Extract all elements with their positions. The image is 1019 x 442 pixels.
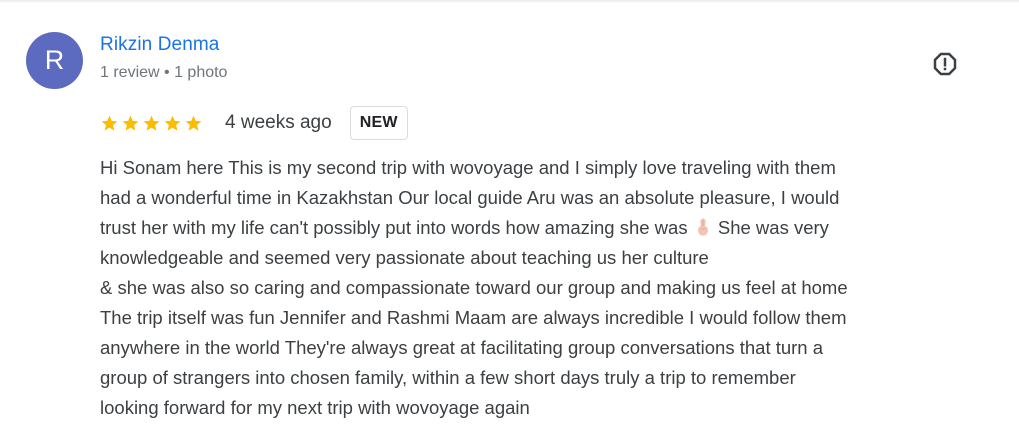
review-line: trust her with my life can't possibly pu…: [100, 213, 1005, 243]
new-badge: NEW: [349, 106, 408, 140]
review-text: Hi Sonam here This is my second trip wit…: [100, 153, 1005, 423]
star-rating: [100, 114, 205, 133]
reviewer-name-link[interactable]: Rikzin Denma: [100, 34, 219, 56]
review-line-text: She was very: [717, 217, 829, 238]
review-line: The trip itself was fun Jennifer and Ras…: [100, 307, 847, 328]
review-time: 4 weeks ago: [225, 112, 332, 133]
star-icon: [143, 115, 160, 131]
review-line: looking forward for my next trip with wo…: [100, 397, 530, 418]
review-line: group of strangers into chosen family, w…: [100, 367, 796, 388]
avatar-letter: R: [44, 45, 65, 75]
review-line: knowledgeable and seemed very passionate…: [100, 247, 709, 268]
review-card: R Rikzin Denma 1 review • 1 photo 4 week…: [0, 0, 1019, 442]
review-line: had a wonderful time in Kazakhstan Our l…: [100, 187, 840, 208]
star-icon: [164, 115, 181, 131]
review-line: anywhere in the world They're always gre…: [100, 337, 824, 358]
review-line-text: trust her with my life can't possibly pu…: [100, 217, 688, 238]
pinched-fingers-emoji: [697, 218, 708, 236]
star-icon: [101, 115, 118, 131]
report-icon: [933, 52, 957, 76]
report-button[interactable]: [926, 45, 964, 83]
reviewer-meta: 1 review • 1 photo: [100, 64, 228, 81]
review-line: & she was also so caring and compassiona…: [100, 277, 848, 298]
avatar[interactable]: R: [26, 32, 83, 89]
star-icon: [185, 115, 202, 131]
rating-row: 4 weeks ago NEW: [100, 106, 408, 140]
review-line: Hi Sonam here This is my second trip wit…: [100, 157, 836, 178]
star-icon: [122, 115, 139, 131]
